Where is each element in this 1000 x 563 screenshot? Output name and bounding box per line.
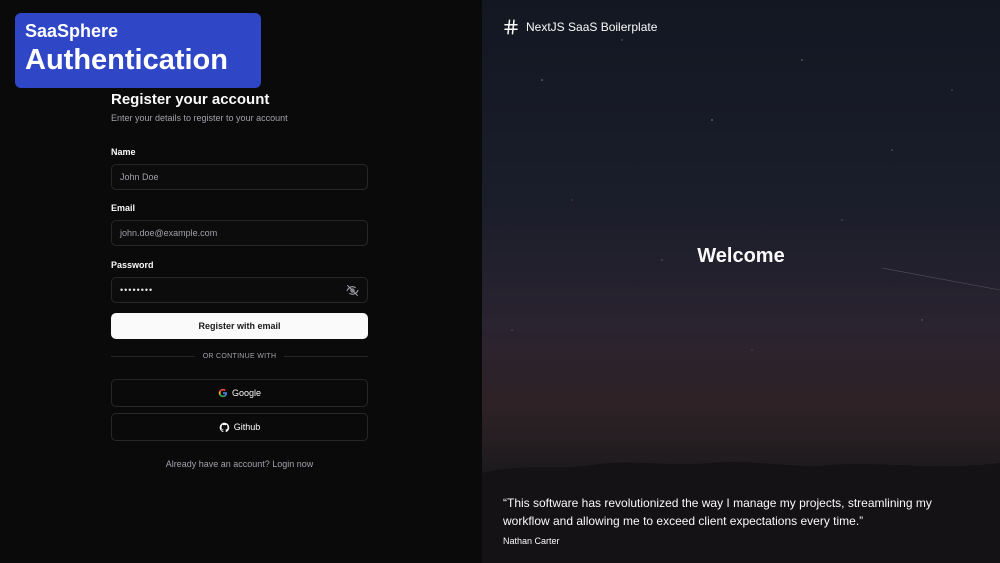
name-label: Name: [111, 147, 136, 157]
password-input-value: ••••••••: [120, 285, 154, 295]
register-form: Register your account Enter your details…: [111, 90, 369, 469]
overlay-badge: SaaSphere Authentication: [15, 13, 261, 88]
testimonial-quote: “This software has revolutionized the wa…: [503, 496, 932, 528]
password-label: Password: [111, 260, 154, 270]
password-input[interactable]: ••••••••: [111, 277, 368, 303]
overlay-title: Authentication: [25, 44, 228, 76]
form-subtitle: Enter your details to register to your a…: [111, 113, 288, 123]
hero-brand: NextJS SaaS Boilerplate: [502, 18, 657, 36]
google-button-label: Google: [231, 388, 262, 398]
email-input-value: john.doe@example.com: [120, 228, 218, 238]
hash-icon: [502, 18, 520, 36]
divider: OR CONTINUE WITH: [111, 353, 369, 360]
divider-line-right: [284, 356, 369, 357]
login-link[interactable]: Already have an account? Login now: [111, 459, 368, 469]
auth-panel: Register your account Enter your details…: [0, 0, 482, 563]
github-button-label: Github: [233, 422, 261, 432]
divider-line-left: [111, 356, 195, 357]
divider-text: OR CONTINUE WITH: [202, 353, 277, 360]
brand-name: NextJS SaaS Boilerplate: [526, 20, 658, 34]
email-input[interactable]: john.doe@example.com: [111, 220, 368, 246]
github-icon: [219, 422, 230, 433]
hero-panel: NextJS SaaS Boilerplate Welcome “This so…: [482, 0, 1000, 563]
google-icon: [218, 388, 228, 398]
google-button[interactable]: Google: [111, 379, 368, 407]
eye-off-icon[interactable]: [346, 284, 359, 297]
welcome-heading: Welcome: [697, 245, 785, 267]
overlay-brand: SaaSphere: [25, 21, 119, 41]
register-button[interactable]: Register with email: [111, 313, 368, 339]
name-input[interactable]: John Doe: [111, 164, 368, 190]
email-label: Email: [111, 203, 136, 213]
testimonial-author: Nathan Carter: [503, 536, 560, 546]
name-input-value: John Doe: [120, 172, 159, 182]
github-button[interactable]: Github: [111, 413, 368, 441]
form-title: Register your account: [111, 91, 270, 108]
